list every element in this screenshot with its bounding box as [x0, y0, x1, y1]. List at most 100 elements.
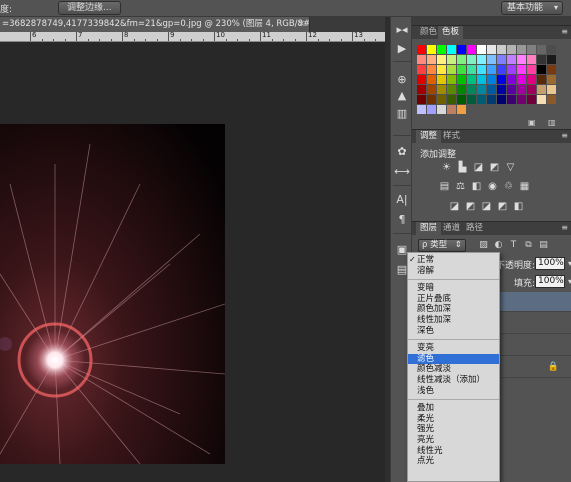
swatch[interactable] [497, 55, 506, 64]
canvas-area[interactable] [0, 42, 385, 482]
blend-mode-item[interactable]: 变亮 [408, 343, 499, 354]
swatch[interactable] [447, 85, 456, 94]
adjustment-icon[interactable]: ◉ [486, 181, 499, 193]
swatch[interactable] [477, 75, 486, 84]
swatch-grid[interactable] [417, 45, 557, 114]
blend-mode-item[interactable]: 变暗 [408, 283, 499, 294]
swatch[interactable] [517, 95, 526, 104]
swatch[interactable] [487, 95, 496, 104]
adjustment-icon[interactable]: ◪ [480, 201, 493, 213]
swatch[interactable] [457, 75, 466, 84]
swatch[interactable] [457, 85, 466, 94]
swatch[interactable] [487, 85, 496, 94]
swatch[interactable] [437, 65, 446, 74]
tab-adjustments[interactable]: 调整 [416, 130, 442, 143]
adjustment-icon[interactable]: ▙ [456, 162, 469, 174]
type-filter-icon[interactable]: T [508, 239, 519, 251]
blend-mode-menu[interactable]: ✓ 正常 溶解 变暗 正片叠底 颜色加深 线性加深 深色 变亮 滤色 颜色减淡 线性减淡（添加） 浅色叠… [407, 252, 500, 482]
adjustment-icon[interactable]: ⚖ [454, 181, 467, 193]
blend-mode-item[interactable]: 滤色 [408, 353, 499, 365]
swatch[interactable] [487, 45, 496, 54]
swatch[interactable] [517, 75, 526, 84]
swatch[interactable] [547, 65, 556, 74]
adjustment-icon[interactable]: ◩ [464, 201, 477, 213]
refine-edge-button[interactable]: 调整边缘... [58, 1, 121, 15]
swatch[interactable] [417, 85, 426, 94]
swatch[interactable] [507, 75, 516, 84]
swatch[interactable] [517, 65, 526, 74]
swatch[interactable] [427, 55, 436, 64]
adjustment-icon[interactable]: ▤ [438, 181, 451, 193]
swatch[interactable] [527, 55, 536, 64]
swatch[interactable] [427, 85, 436, 94]
swatch[interactable] [537, 65, 546, 74]
swatch[interactable] [527, 65, 536, 74]
swatch[interactable] [507, 55, 516, 64]
swatch[interactable] [477, 85, 486, 94]
blend-mode-item[interactable]: ✓ 正常 [408, 255, 499, 266]
swatch[interactable] [527, 95, 536, 104]
swatch[interactable] [437, 105, 446, 114]
panel-menu-icon[interactable]: ≡ [561, 27, 568, 36]
adjustment-icon[interactable]: ◪ [448, 201, 461, 213]
blend-mode-item[interactable]: 深色 [408, 326, 499, 337]
swatch[interactable] [517, 85, 526, 94]
swatch[interactable] [437, 95, 446, 104]
swatch[interactable] [517, 55, 526, 64]
swatch[interactable] [537, 55, 546, 64]
swatch[interactable] [507, 65, 516, 74]
histogram-icon[interactable]: ▲ [394, 89, 410, 103]
adjustment-filter-icon[interactable]: ◐ [493, 239, 504, 251]
swatch[interactable] [437, 75, 446, 84]
adjustment-icon[interactable]: ◩ [488, 162, 501, 174]
blend-mode-item[interactable]: 溶解 [408, 266, 499, 277]
swatch[interactable] [437, 55, 446, 64]
tab-swatches[interactable]: 色板 [438, 26, 464, 39]
blend-mode-item[interactable]: 亮光 [408, 435, 499, 446]
swatch[interactable] [547, 95, 556, 104]
swatch[interactable] [497, 75, 506, 84]
swatch[interactable] [427, 75, 436, 84]
swatch[interactable] [427, 45, 436, 54]
swatch[interactable] [507, 95, 516, 104]
document-tab[interactable]: =3682878749,4177339842&fm=21&gp=0.jpg @ … [0, 17, 310, 32]
expand-panels-icon[interactable]: ▸◂ [394, 23, 410, 37]
swatch[interactable] [427, 105, 436, 114]
swatch[interactable] [457, 65, 466, 74]
swatch[interactable] [447, 75, 456, 84]
tab-layers[interactable]: 图层 [416, 222, 442, 235]
swatch[interactable] [417, 55, 426, 64]
blend-mode-item[interactable]: 柔光 [408, 414, 499, 425]
swatch[interactable] [417, 95, 426, 104]
workspace-select[interactable]: 基本功能 ▾ [501, 1, 563, 15]
horizontal-ruler[interactable]: 6 7 8 9 10 11 12 13 [0, 32, 385, 42]
swatch[interactable] [437, 45, 446, 54]
swatch[interactable] [477, 65, 486, 74]
opacity-input[interactable]: 100% ▾ [535, 257, 571, 270]
swatch[interactable] [417, 65, 426, 74]
swatch[interactable] [417, 105, 426, 114]
swatch[interactable] [467, 45, 476, 54]
swatch[interactable] [437, 85, 446, 94]
trash-icon[interactable]: ▥ [548, 118, 556, 127]
swatch[interactable] [477, 95, 486, 104]
play-icon[interactable]: ▶ [394, 42, 410, 56]
swatch[interactable] [497, 95, 506, 104]
adjustment-icon[interactable]: ▽ [504, 162, 517, 174]
brush-icon[interactable]: ✿ [394, 145, 410, 159]
swatch[interactable] [447, 65, 456, 74]
swatch[interactable] [537, 95, 546, 104]
swatch[interactable] [487, 75, 496, 84]
swatch[interactable] [527, 75, 536, 84]
adjustment-icon[interactable]: ◩ [496, 201, 509, 213]
blend-mode-item[interactable]: 强光 [408, 424, 499, 435]
swatch[interactable] [497, 45, 506, 54]
panel-menu-icon[interactable]: ≡ [561, 223, 568, 232]
blend-mode-item[interactable]: 线性光 [408, 446, 499, 457]
swatch[interactable] [457, 55, 466, 64]
shape-filter-icon[interactable]: ⧉ [523, 239, 534, 251]
fill-input[interactable]: 100% ▾ [535, 275, 571, 288]
swatch[interactable] [527, 85, 536, 94]
swatch[interactable] [547, 75, 556, 84]
swatch[interactable] [487, 65, 496, 74]
